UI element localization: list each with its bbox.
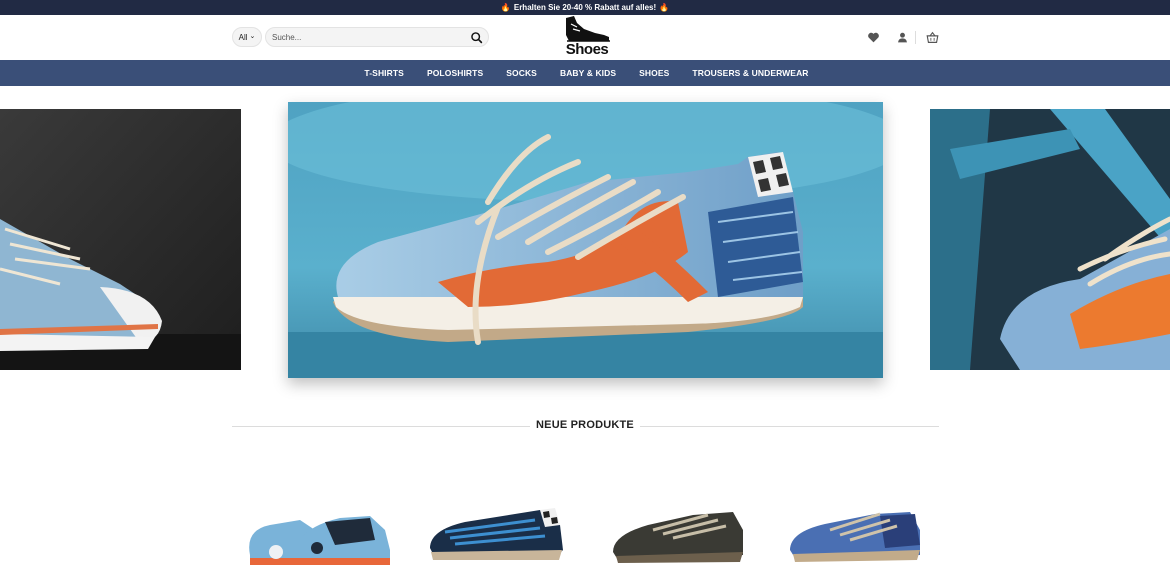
slider-image-next[interactable] — [930, 109, 1170, 370]
flame-icon: 🔥 — [659, 3, 670, 12]
promo-text: Erhalten Sie 20-40 % Rabatt auf alles! — [513, 3, 657, 12]
header-divider — [915, 31, 916, 44]
nav-item-shoes[interactable]: SHOES — [639, 68, 669, 78]
section-divider-left — [232, 426, 530, 427]
basket-icon[interactable] — [926, 31, 939, 44]
nav-item-socks[interactable]: SOCKS — [506, 68, 537, 78]
category-select[interactable]: All ⌄ — [232, 27, 262, 47]
product-card-image[interactable] — [608, 500, 748, 565]
search-icon[interactable] — [470, 31, 483, 44]
product-card-image[interactable] — [425, 500, 565, 565]
user-icon[interactable] — [896, 31, 909, 44]
slider-image-prev[interactable] — [0, 109, 241, 370]
promo-bar: 🔥 Erhalten Sie 20-40 % Rabatt auf alles!… — [0, 0, 1170, 15]
slider-image-main[interactable] — [288, 102, 883, 378]
main-nav: T-SHIRTS POLOSHIRTS SOCKS BABY & KIDS SH… — [0, 60, 1170, 86]
heart-icon[interactable] — [867, 31, 880, 44]
section-title: NEUE PRODUKTE — [536, 419, 634, 431]
nav-item-baby-kids[interactable]: BABY & KIDS — [560, 68, 616, 78]
site-header: All ⌄ Shoes — [0, 15, 1170, 60]
nav-item-trousers-underwear[interactable]: TROUSERS & UNDERWEAR — [692, 68, 808, 78]
search-input[interactable] — [272, 31, 462, 44]
nav-item-tshirts[interactable]: T-SHIRTS — [364, 68, 404, 78]
product-card-image[interactable] — [785, 500, 925, 565]
nav-item-poloshirts[interactable]: POLOSHIRTS — [427, 68, 483, 78]
logo-text: Shoes — [565, 41, 609, 58]
section-divider-right — [640, 426, 939, 427]
flame-icon: 🔥 — [500, 3, 511, 12]
product-card-image[interactable] — [240, 500, 400, 565]
chevron-down-icon: ⌄ — [249, 33, 256, 40]
search-box — [265, 27, 489, 47]
category-select-value: All — [238, 32, 248, 42]
